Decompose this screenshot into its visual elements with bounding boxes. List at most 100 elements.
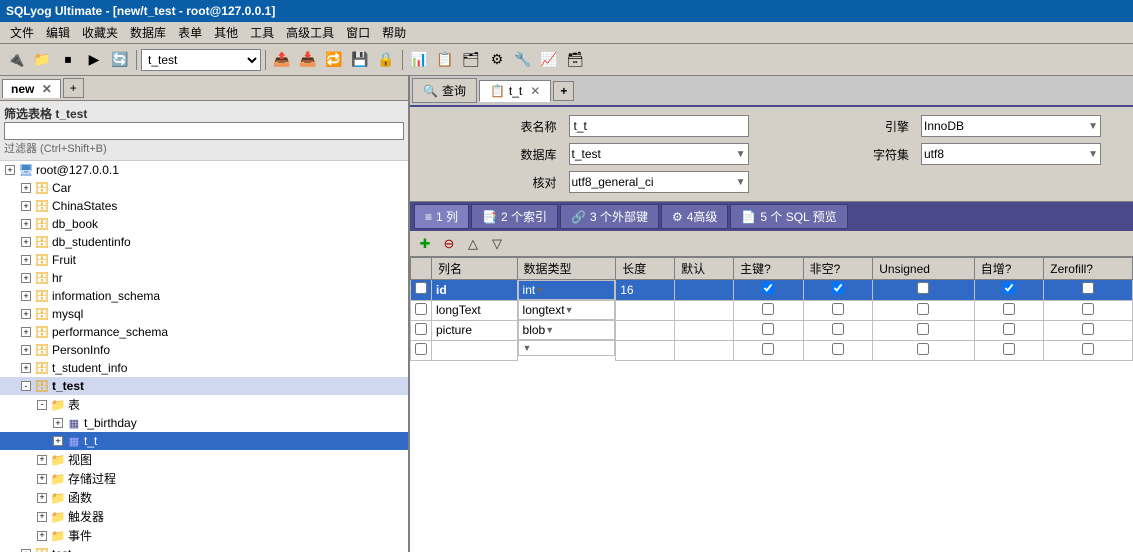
- col-unsigned-cell[interactable]: [873, 320, 974, 340]
- expand-t-birthday[interactable]: +: [50, 415, 66, 431]
- move-down-btn[interactable]: ▽: [486, 234, 508, 254]
- expand-db-book[interactable]: +: [18, 216, 34, 232]
- unsigned-checkbox[interactable]: [917, 303, 929, 315]
- expand-perf-schema[interactable]: +: [18, 324, 34, 340]
- tree-node-car[interactable]: + 🗄 Car: [0, 179, 408, 197]
- col-type-cell[interactable]: longtext ▼: [518, 300, 616, 320]
- row-checkbox[interactable]: [415, 282, 427, 294]
- tb-btn2[interactable]: 📥: [296, 48, 320, 72]
- expand-test[interactable]: +: [18, 546, 34, 552]
- zerofill-checkbox[interactable]: [1082, 303, 1094, 315]
- col-notnull-cell[interactable]: [803, 340, 873, 360]
- move-up-btn[interactable]: △: [462, 234, 484, 254]
- table-row[interactable]: ▼: [411, 340, 1133, 360]
- expand-hr[interactable]: +: [18, 270, 34, 286]
- expand-procedures-folder[interactable]: +: [34, 471, 50, 487]
- type-dropdown-arrow[interactable]: ▼: [565, 305, 574, 315]
- tree-node-t-student-info[interactable]: + 🗄 t_student_info: [0, 359, 408, 377]
- pk-checkbox[interactable]: [762, 343, 774, 355]
- autoincrement-checkbox[interactable]: [1003, 323, 1015, 335]
- menu-other[interactable]: 其他: [208, 22, 244, 43]
- notnull-checkbox[interactable]: [832, 343, 844, 355]
- db-select[interactable]: t_test ▼: [569, 143, 749, 165]
- unsigned-checkbox[interactable]: [917, 343, 929, 355]
- tree-node-db-studentinfo[interactable]: + 🗄 db_studentinfo: [0, 233, 408, 251]
- tree-node-root[interactable]: + 🖥 root@127.0.0.1: [0, 161, 408, 179]
- type-dropdown-arrow[interactable]: ▼: [535, 285, 544, 295]
- stab-columns[interactable]: ≡ 1 列: [414, 204, 469, 229]
- unsigned-checkbox[interactable]: [917, 282, 929, 294]
- col-zerofill-cell[interactable]: [1044, 320, 1133, 340]
- row-checkbox[interactable]: [415, 323, 427, 335]
- tb-btn10[interactable]: 🔧: [511, 48, 535, 72]
- expand-triggers-folder[interactable]: +: [34, 509, 50, 525]
- expand-db-studentinfo[interactable]: +: [18, 234, 34, 250]
- delete-row-btn[interactable]: ⊖: [438, 234, 460, 254]
- col-type-cell[interactable]: int ▼: [518, 280, 616, 300]
- col-notnull-cell[interactable]: [803, 300, 873, 320]
- menu-tools[interactable]: 工具: [244, 22, 280, 43]
- col-notnull-cell[interactable]: [803, 320, 873, 340]
- zerofill-checkbox[interactable]: [1082, 323, 1094, 335]
- tb-btn6[interactable]: 📊: [407, 48, 431, 72]
- tb-btn7[interactable]: 📋: [433, 48, 457, 72]
- tb-btn4[interactable]: 💾: [348, 48, 372, 72]
- tb-btn3[interactable]: 🔁: [322, 48, 346, 72]
- t-t-tab-close[interactable]: ✕: [530, 84, 540, 98]
- stab-indexes[interactable]: 📑 2 个索引: [471, 204, 558, 229]
- expand-personinfo[interactable]: +: [18, 342, 34, 358]
- col-type-cell[interactable]: blob ▼: [518, 320, 616, 340]
- col-autoincrement-cell[interactable]: [974, 340, 1044, 360]
- menu-help[interactable]: 帮助: [376, 22, 412, 43]
- menu-favorites[interactable]: 收藏夹: [76, 22, 124, 43]
- pk-checkbox[interactable]: [762, 303, 774, 315]
- menu-advanced-tools[interactable]: 高级工具: [280, 22, 340, 43]
- type-dropdown-arrow[interactable]: ▼: [523, 343, 532, 353]
- menu-database[interactable]: 数据库: [124, 22, 172, 43]
- tb-btn12[interactable]: 🗃: [563, 48, 587, 72]
- tab-add[interactable]: +: [63, 78, 84, 98]
- zerofill-checkbox[interactable]: [1082, 343, 1094, 355]
- expand-chinastates[interactable]: +: [18, 198, 34, 214]
- expand-functions-folder[interactable]: +: [34, 490, 50, 506]
- expand-t-t[interactable]: +: [50, 433, 66, 449]
- expand-mysql[interactable]: +: [18, 306, 34, 322]
- notnull-checkbox[interactable]: [832, 303, 844, 315]
- expand-root[interactable]: +: [2, 162, 18, 178]
- table-row[interactable]: idint ▼16: [411, 280, 1133, 301]
- menu-table[interactable]: 表单: [172, 22, 208, 43]
- tb-btn9[interactable]: ⚙: [485, 48, 509, 72]
- tree-node-functions-folder[interactable]: + 📁 函数: [0, 488, 408, 507]
- filter-input[interactable]: [4, 122, 404, 140]
- tb-new-connection[interactable]: 🔌: [4, 48, 28, 72]
- tab-new[interactable]: new ✕: [2, 79, 61, 98]
- col-unsigned-cell[interactable]: [873, 280, 974, 301]
- tree-node-mysql[interactable]: + 🗄 mysql: [0, 305, 408, 323]
- tree-node-fruit[interactable]: + 🗄 Fruit: [0, 251, 408, 269]
- col-unsigned-cell[interactable]: [873, 300, 974, 320]
- col-autoincrement-cell[interactable]: [974, 300, 1044, 320]
- expand-fruit[interactable]: +: [18, 252, 34, 268]
- expand-tables-folder[interactable]: -: [34, 397, 50, 413]
- rtab-add[interactable]: +: [553, 81, 574, 101]
- expand-views-folder[interactable]: +: [34, 452, 50, 468]
- collation-select[interactable]: utf8_general_ci ▼: [569, 171, 749, 193]
- tree-node-perf-schema[interactable]: + 🗄 performance_schema: [0, 323, 408, 341]
- tb-btn1[interactable]: 📤: [270, 48, 294, 72]
- col-pk-cell[interactable]: [734, 300, 804, 320]
- menu-file[interactable]: 文件: [4, 22, 40, 43]
- tb-btn11[interactable]: 📈: [537, 48, 561, 72]
- table-row[interactable]: longTextlongtext ▼: [411, 300, 1133, 320]
- tree-node-personinfo[interactable]: + 🗄 PersonInfo: [0, 341, 408, 359]
- engine-select[interactable]: InnoDB ▼: [921, 115, 1101, 137]
- col-autoincrement-cell[interactable]: [974, 280, 1044, 301]
- zerofill-checkbox[interactable]: [1082, 282, 1094, 294]
- stab-foreignkeys[interactable]: 🔗 3 个外部键: [560, 204, 659, 229]
- pk-checkbox[interactable]: [762, 282, 774, 294]
- menu-edit[interactable]: 编辑: [40, 22, 76, 43]
- notnull-checkbox[interactable]: [832, 282, 844, 294]
- tree-node-chinastates[interactable]: + 🗄 ChinaStates: [0, 197, 408, 215]
- tree-node-procedures-folder[interactable]: + 📁 存储过程: [0, 469, 408, 488]
- tree-node-info-schema[interactable]: + 🗄 information_schema: [0, 287, 408, 305]
- tree-node-t-t[interactable]: + ▦ t_t: [0, 432, 408, 450]
